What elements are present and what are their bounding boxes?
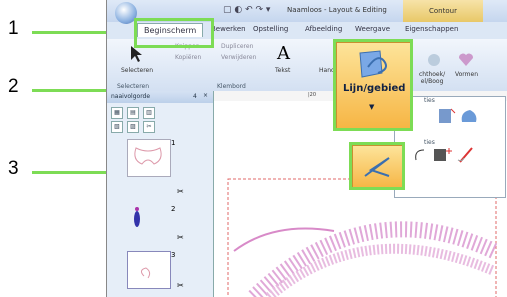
pane-tool-1[interactable]: ▦ bbox=[111, 107, 123, 119]
pane-tool-5[interactable]: ▨ bbox=[127, 121, 139, 133]
group-label-clipboard: Klembord bbox=[217, 83, 246, 90]
area-plus-icon bbox=[434, 148, 452, 161]
tab-afbeelding[interactable]: Afbeelding bbox=[305, 25, 342, 33]
sewing-thumb-2[interactable] bbox=[127, 203, 169, 239]
highlight-line-area bbox=[333, 39, 413, 131]
callout-1: 1 bbox=[8, 18, 19, 39]
row-number-3: 3 bbox=[171, 251, 176, 259]
shape-fill-icon bbox=[461, 110, 477, 122]
shape-icon bbox=[428, 54, 440, 66]
butterfly-thumb-icon bbox=[134, 147, 162, 165]
highlight-home-tab bbox=[134, 18, 214, 48]
close-icon[interactable]: × bbox=[203, 92, 208, 99]
shapes-button[interactable]: Vormen bbox=[455, 71, 478, 78]
ties-label-2: ties bbox=[424, 139, 435, 146]
heart-star-icon bbox=[458, 53, 474, 66]
delete-button[interactable]: Verwijderen bbox=[221, 54, 256, 61]
tab-eigenschappen[interactable]: Eigenschappen bbox=[405, 25, 458, 33]
text-button[interactable]: Tekst bbox=[275, 67, 290, 74]
rect-button-label: chthoek/ bbox=[419, 71, 446, 78]
pen-line-icon bbox=[457, 147, 473, 163]
select-button[interactable]: Selecteren bbox=[121, 67, 153, 74]
ruler-mark-20: |20 bbox=[308, 92, 317, 98]
scissors-icon: ✂ bbox=[177, 233, 184, 242]
quick-access-toolbar[interactable]: ▢ ◐ ↶ ↷ ▾ bbox=[223, 5, 270, 15]
pin-icon[interactable]: 4 bbox=[193, 93, 197, 100]
sewing-order-pane: naaivolgorde 4 × ▦ ▤ ▥ ▧ ▨ ✂ 1 ✂ 2 ✂ 3 ✂ bbox=[107, 91, 214, 297]
pane-tool-3[interactable]: ▥ bbox=[143, 107, 155, 119]
tab-opstelling[interactable]: Opstelling bbox=[253, 25, 288, 33]
scissors-icon: ✂ bbox=[177, 187, 184, 196]
text-icon: A bbox=[277, 43, 290, 64]
tab-weergave[interactable]: Weergave bbox=[355, 25, 390, 33]
pane-tool-2[interactable]: ▤ bbox=[127, 107, 139, 119]
duplicate-button[interactable]: Dupliceren bbox=[221, 43, 253, 50]
scissors-icon: ✂ bbox=[177, 281, 184, 290]
tab-bewerken[interactable]: Bewerken bbox=[211, 25, 246, 33]
highlight-line-tool bbox=[349, 142, 405, 190]
area-fill-icon bbox=[439, 108, 456, 123]
rect-button[interactable]: chthoek/el/Boog bbox=[419, 71, 445, 85]
bee-thumb-icon bbox=[134, 207, 140, 227]
context-tab-contour[interactable]: Contour bbox=[403, 0, 483, 22]
curve-line-icon bbox=[415, 149, 425, 161]
sewing-thumb-1[interactable] bbox=[127, 139, 171, 177]
curl-thumb-icon bbox=[140, 267, 151, 279]
sewing-thumb-3[interactable] bbox=[127, 251, 171, 289]
copy-button[interactable]: Kopiëren bbox=[175, 54, 201, 61]
pane-title: naaivolgorde bbox=[111, 93, 151, 100]
rect-button-label-2: el/Boog bbox=[420, 78, 444, 85]
pane-tool-4[interactable]: ▧ bbox=[111, 121, 123, 133]
ties-label: ties bbox=[424, 97, 435, 104]
callout-3: 3 bbox=[8, 158, 19, 179]
window-title: Naamloos - Layout & Editing bbox=[287, 6, 387, 14]
callout-2: 2 bbox=[8, 76, 19, 97]
row-number-2: 2 bbox=[171, 205, 176, 213]
row-number-1: 1 bbox=[171, 139, 176, 147]
pane-tool-6[interactable]: ✂ bbox=[143, 121, 155, 133]
group-label-select: Selecteren bbox=[117, 83, 150, 90]
pane-header: naaivolgorde 4 × bbox=[107, 91, 213, 103]
